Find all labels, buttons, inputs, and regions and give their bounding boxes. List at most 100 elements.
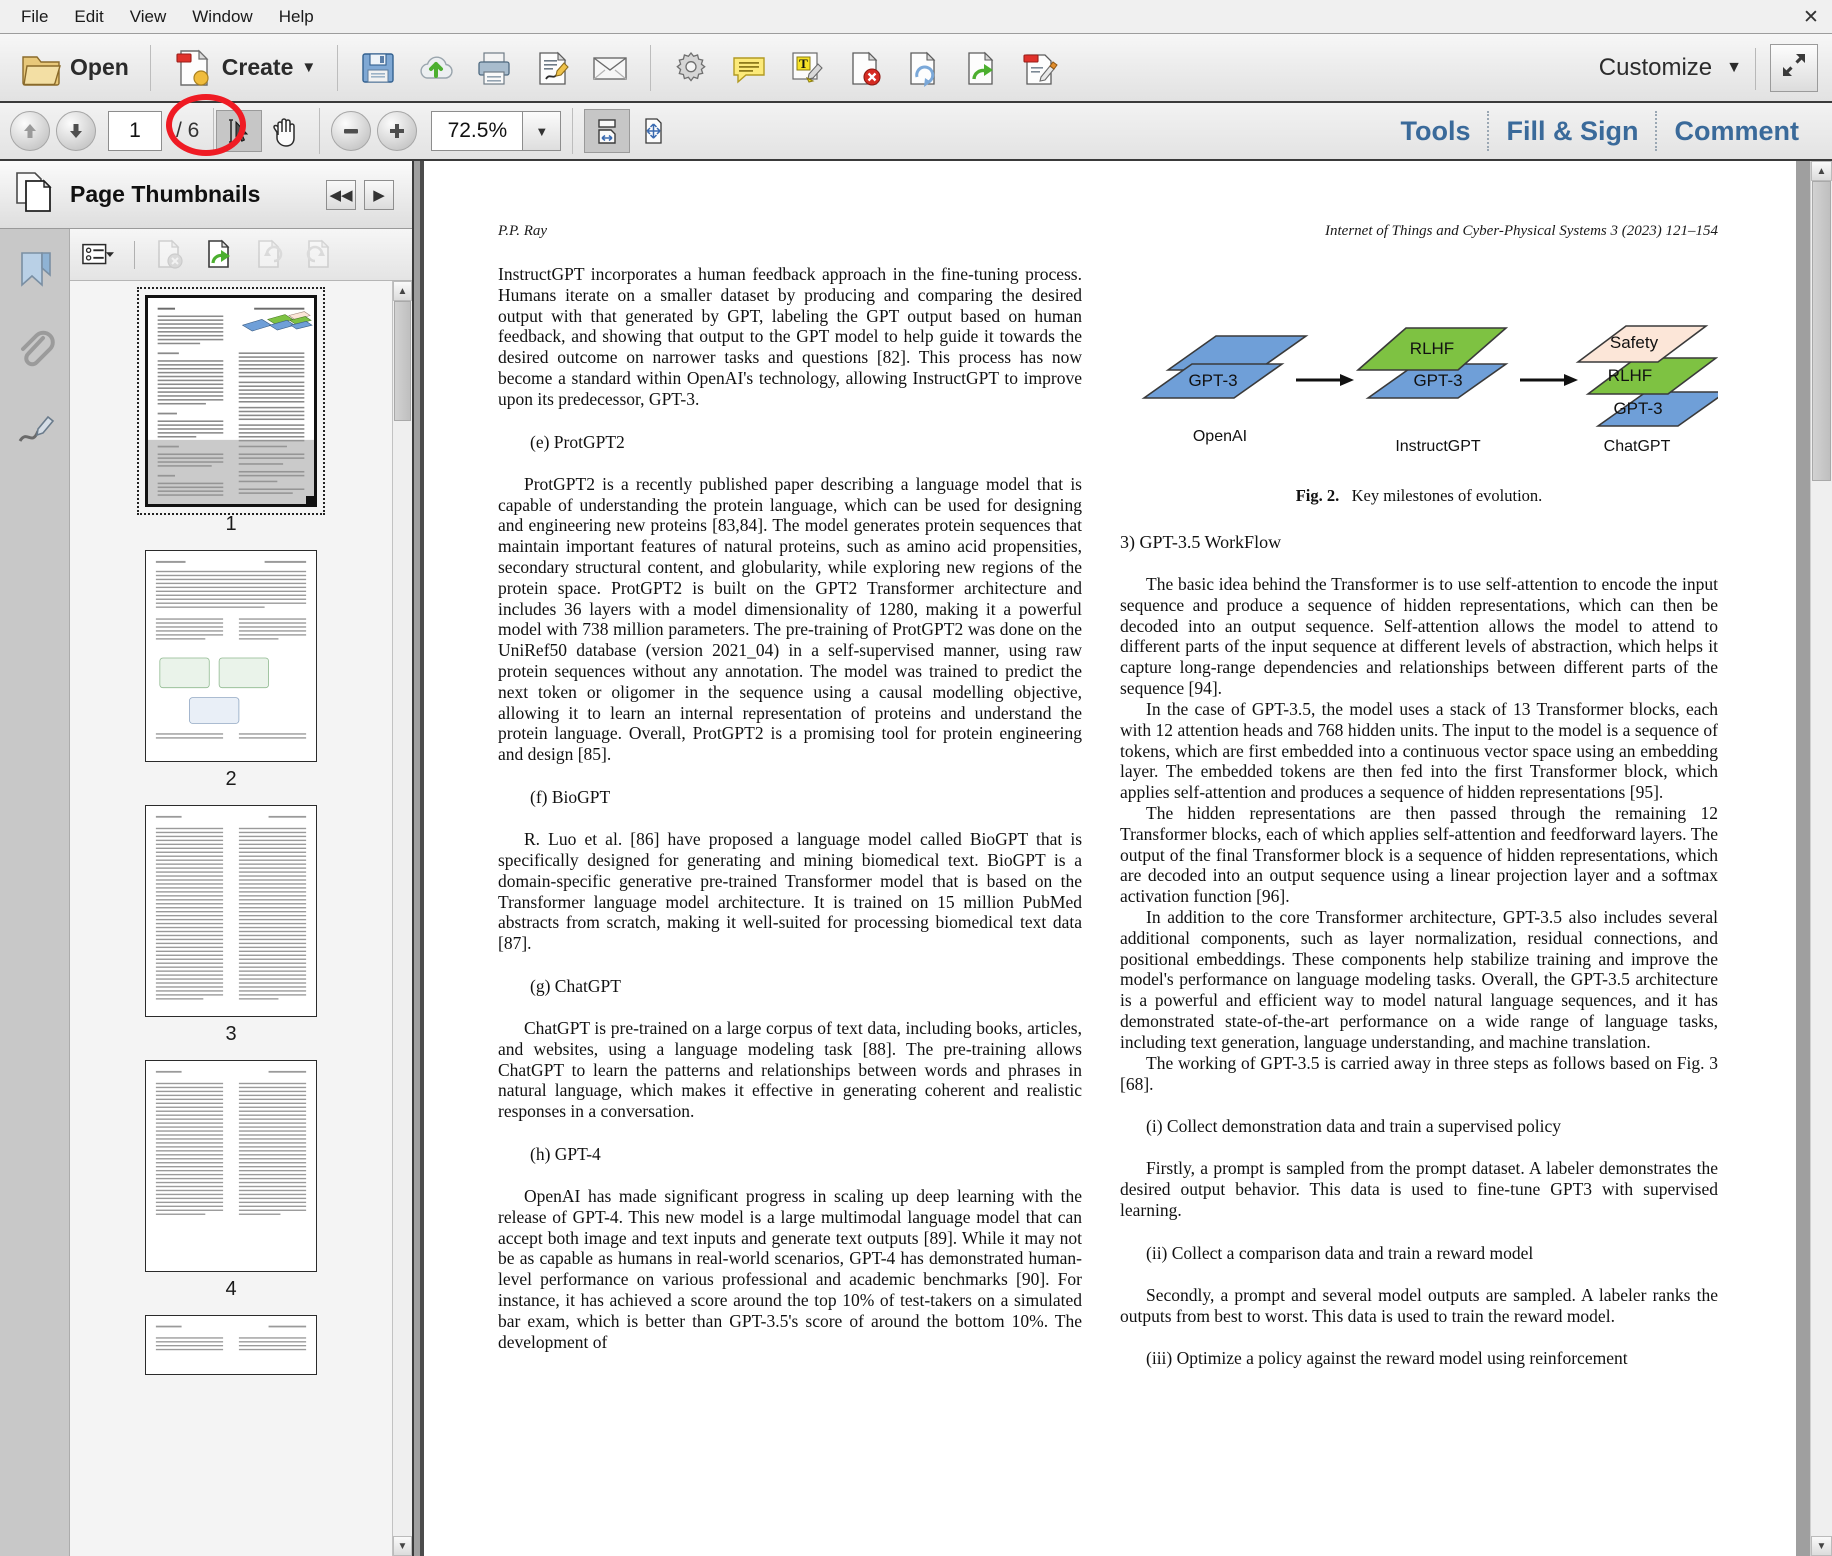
navigation-pane-title: Page Thumbnails [70, 181, 261, 207]
highlight-text-button[interactable]: T [778, 40, 836, 96]
step-ii-heading: (ii) Collect a comparison data and train… [1146, 1242, 1534, 1263]
thumbnail-list[interactable]: 1 2 3 4 [70, 281, 392, 1556]
settings-button[interactable] [662, 40, 720, 96]
thumbnail-item[interactable]: 4 [145, 1060, 317, 1309]
delete-pages-icon[interactable] [153, 238, 187, 272]
bookmark-icon[interactable] [12, 247, 58, 299]
thumbnail-item[interactable]: 1 [137, 287, 325, 544]
thumbnail-item[interactable]: 2 [145, 550, 317, 799]
thumbnail-page-4[interactable] [145, 1060, 317, 1272]
signature-icon[interactable] [12, 403, 58, 455]
customize-button[interactable]: Customize ▼ [1599, 54, 1742, 82]
thumbnail-item[interactable] [145, 1315, 317, 1375]
create-label: Create [221, 54, 294, 80]
right-column: GPT-3 GPT-3 RLHF GPT-3 RLHF Safety OpenA… [1120, 264, 1729, 1369]
delete-page-icon [846, 49, 884, 87]
zoom-level-input[interactable]: 72.5% [431, 111, 524, 151]
document-scrollbar[interactable]: ▲ ▼ [1810, 161, 1832, 1556]
comment-link[interactable]: Comment [1657, 116, 1816, 147]
sign-document-button[interactable] [523, 40, 581, 96]
menu-item-view[interactable]: View [117, 3, 180, 31]
zoom-out-button[interactable] [331, 111, 372, 151]
window-close-button[interactable]: ✕ [1790, 0, 1832, 34]
page-navigation-toolbar: 1 / 6 72.5% ▼ Tools Fill & Sign Comment [0, 103, 1832, 161]
running-head-right: Internet of Things and Cyber-Physical Sy… [1325, 223, 1718, 239]
rotate-cw-icon[interactable] [303, 238, 337, 272]
document-scroll-down-icon[interactable]: ▼ [1811, 1536, 1832, 1556]
menu-item-edit[interactable]: Edit [61, 3, 116, 31]
document-viewport[interactable]: P.P. Ray Internet of Things and Cyber-Ph… [414, 161, 1832, 1556]
expand-pane-button[interactable]: ▶ [364, 179, 394, 210]
zoom-dropdown-button[interactable]: ▼ [523, 111, 562, 151]
thumbnail-item[interactable]: 3 [145, 805, 317, 1054]
email-button[interactable] [581, 40, 639, 96]
rotate-page-button[interactable] [894, 40, 952, 96]
chevron-down-icon: ▼ [535, 123, 549, 139]
document-scroll-track[interactable] [1811, 181, 1832, 1536]
sticky-note-button[interactable] [720, 40, 778, 96]
heading-protgpt2: (e) ProtGPT2 [530, 431, 625, 452]
fit-width-button[interactable] [584, 109, 631, 153]
fit-page-button[interactable] [630, 109, 676, 153]
thumbnail-number: 2 [225, 768, 237, 790]
extract-pages-icon[interactable] [203, 238, 237, 272]
attachment-paperclip-icon[interactable] [12, 325, 58, 377]
paragraph-gpt4: OpenAI has made significant progress in … [498, 1186, 1082, 1352]
chevron-down-icon: ▼ [1726, 58, 1742, 76]
scroll-up-arrow-icon[interactable]: ▲ [393, 281, 412, 301]
right-action-links: Tools Fill & Sign Comment [1383, 103, 1816, 159]
paragraph-chatgpt: ChatGPT is pre-trained on a large corpus… [498, 1017, 1082, 1122]
document-scroll-handle[interactable] [1812, 181, 1831, 481]
document-scroll-up-icon[interactable]: ▲ [1811, 161, 1832, 181]
cloud-upload-button[interactable] [407, 40, 465, 96]
hand-tool-button[interactable] [262, 110, 308, 152]
thumbnail-page-5[interactable] [145, 1315, 317, 1375]
thumbnail-scrollbar[interactable]: ▲ ▼ [392, 281, 412, 1556]
menu-item-file[interactable]: File [8, 3, 61, 31]
thumbnail-page-1[interactable] [137, 287, 325, 515]
zoom-in-button[interactable] [377, 111, 418, 151]
print-button[interactable] [465, 40, 523, 96]
fullscreen-button[interactable] [1770, 43, 1818, 92]
nav-divider-1 [213, 108, 215, 154]
open-button[interactable]: Open [10, 40, 139, 96]
page-number-input[interactable]: 1 [108, 111, 162, 151]
heading-gpt4: (h) GPT-4 [530, 1144, 601, 1164]
paragraph-hidden-representations: The hidden representations are then pass… [1120, 802, 1718, 907]
previous-page-button[interactable] [10, 111, 50, 151]
thumbnail-column: 1 2 3 4 ▲ ▼ [70, 229, 412, 1556]
toolbar-divider-3 [650, 44, 652, 91]
paragraph-step-firstly: Firstly, a prompt is sampled from the pr… [1120, 1158, 1718, 1220]
fill-and-sign-link[interactable]: Fill & Sign [1489, 116, 1655, 147]
save-button[interactable] [349, 40, 407, 96]
figure-caption: Fig. 2. Key milestones of evolution. [1120, 486, 1718, 506]
nav-divider-2 [319, 108, 321, 154]
thumbnail-scroll-handle[interactable] [394, 301, 411, 421]
thumbnail-number: 3 [225, 1023, 237, 1045]
collapse-pane-button[interactable]: ◀◀ [326, 179, 356, 210]
chevron-right-icon: ▶ [373, 186, 385, 204]
svg-text:GPT-3: GPT-3 [1613, 399, 1662, 418]
comment-bubble-icon [730, 49, 768, 87]
create-button[interactable]: Create ▼ [162, 40, 326, 96]
page-running-head: P.P. Ray Internet of Things and Cyber-Ph… [498, 223, 1718, 240]
delete-page-button[interactable] [836, 40, 894, 96]
tools-link[interactable]: Tools [1383, 116, 1487, 147]
next-page-button[interactable] [56, 111, 96, 151]
edit-document-button[interactable] [1010, 40, 1068, 96]
thumbnail-page-2[interactable] [145, 550, 317, 762]
scroll-down-arrow-icon[interactable]: ▼ [393, 1536, 412, 1556]
thumbnail-options-icon[interactable] [82, 238, 116, 272]
menu-item-help[interactable]: Help [266, 3, 327, 31]
select-tool-button[interactable] [216, 110, 263, 152]
workspace: Page Thumbnails ◀◀ ▶ 1 2 3 4 ▲ ▼ P.P. Ra… [0, 161, 1832, 1556]
svg-text:GPT-3: GPT-3 [1188, 371, 1237, 390]
thumbnail-page-3[interactable] [145, 805, 317, 1017]
paragraph-step-secondly: Secondly, a prompt and several model out… [1120, 1284, 1718, 1326]
chevron-down-icon: ▼ [301, 59, 317, 76]
export-page-button[interactable] [952, 40, 1010, 96]
paragraph-instructgpt: InstructGPT incorporates a human feedbac… [498, 264, 1082, 409]
thumbnail-scroll-track[interactable] [393, 301, 412, 1536]
menu-item-window[interactable]: Window [179, 3, 265, 31]
rotate-ccw-icon[interactable] [253, 238, 287, 272]
